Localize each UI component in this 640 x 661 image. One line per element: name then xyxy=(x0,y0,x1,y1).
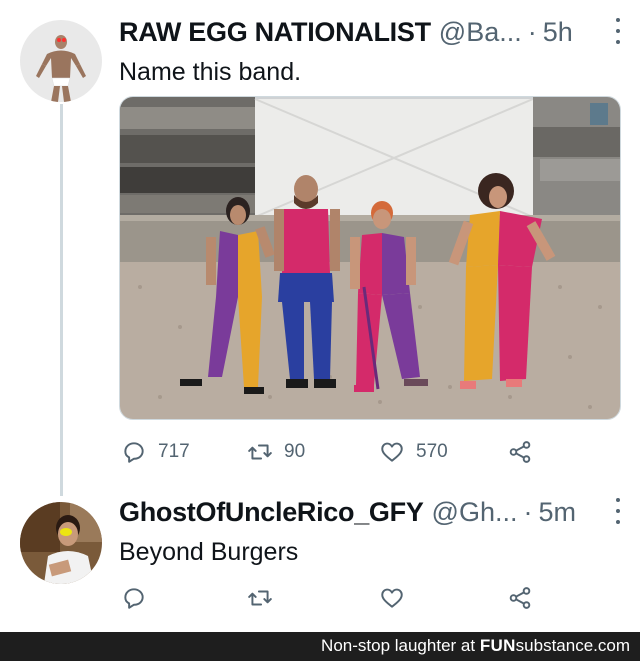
timestamp[interactable]: 5h xyxy=(543,17,573,48)
avatar[interactable] xyxy=(20,502,102,584)
display-name[interactable]: RAW EGG NATIONALIST xyxy=(119,17,431,48)
retweet-count: 90 xyxy=(284,441,306,462)
timestamp[interactable]: 5m xyxy=(538,497,576,528)
retweet-button[interactable] xyxy=(247,582,273,614)
retweet-icon xyxy=(248,590,272,606)
tweet-header: RAW EGG NATIONALIST @Ba... · 5h xyxy=(119,14,622,50)
tweet-text: Beyond Burgers xyxy=(119,538,299,566)
retweet-icon xyxy=(248,444,272,460)
tweet-actions: 717 90 570 xyxy=(119,436,539,468)
watermark-text: Non-stop laughter at FUNsubstance.com xyxy=(321,636,630,656)
share-icon xyxy=(509,441,531,463)
tweet-text: Name this band. xyxy=(119,58,302,86)
like-button[interactable]: 570 xyxy=(379,436,448,468)
watermark-bar: Non-stop laughter at FUNsubstance.com xyxy=(0,632,640,661)
tweet-header: GhostOfUncleRico_GFY @Gh... · 5m xyxy=(119,494,622,530)
tweet-reply: GhostOfUncleRico_GFY @Gh... · 5m Beyond … xyxy=(0,490,640,630)
reply-icon xyxy=(124,588,144,609)
watermark-brand-fun: FUN xyxy=(479,636,516,655)
reply-icon xyxy=(124,442,144,463)
share-icon xyxy=(509,587,531,609)
display-name[interactable]: GhostOfUncleRico_GFY xyxy=(119,497,424,528)
more-options-icon[interactable] xyxy=(614,18,622,44)
watermark-prefix: Non-stop laughter at xyxy=(321,636,480,655)
like-count: 570 xyxy=(416,441,448,462)
share-button[interactable] xyxy=(507,582,533,614)
separator: · xyxy=(523,496,533,527)
heart-icon xyxy=(381,588,403,608)
reply-count: 717 xyxy=(158,441,190,462)
reply-button[interactable]: 717 xyxy=(121,436,190,468)
thread-line xyxy=(60,104,63,496)
watermark-brand-rest: substance.com xyxy=(515,636,630,655)
retweet-button[interactable]: 90 xyxy=(247,436,305,468)
avatar[interactable] xyxy=(20,20,102,102)
tweet-actions xyxy=(119,582,539,614)
more-options-icon[interactable] xyxy=(614,498,622,524)
user-handle[interactable]: @Ba... xyxy=(439,17,522,48)
heart-icon xyxy=(381,442,403,462)
reply-button[interactable] xyxy=(121,582,147,614)
tweet-original: RAW EGG NATIONALIST @Ba... · 5h Name thi… xyxy=(0,0,640,496)
tweet-photo[interactable] xyxy=(119,96,621,420)
user-handle[interactable]: @Gh... xyxy=(432,497,518,528)
like-button[interactable] xyxy=(379,582,405,614)
separator: · xyxy=(527,16,537,47)
share-button[interactable] xyxy=(507,436,533,468)
